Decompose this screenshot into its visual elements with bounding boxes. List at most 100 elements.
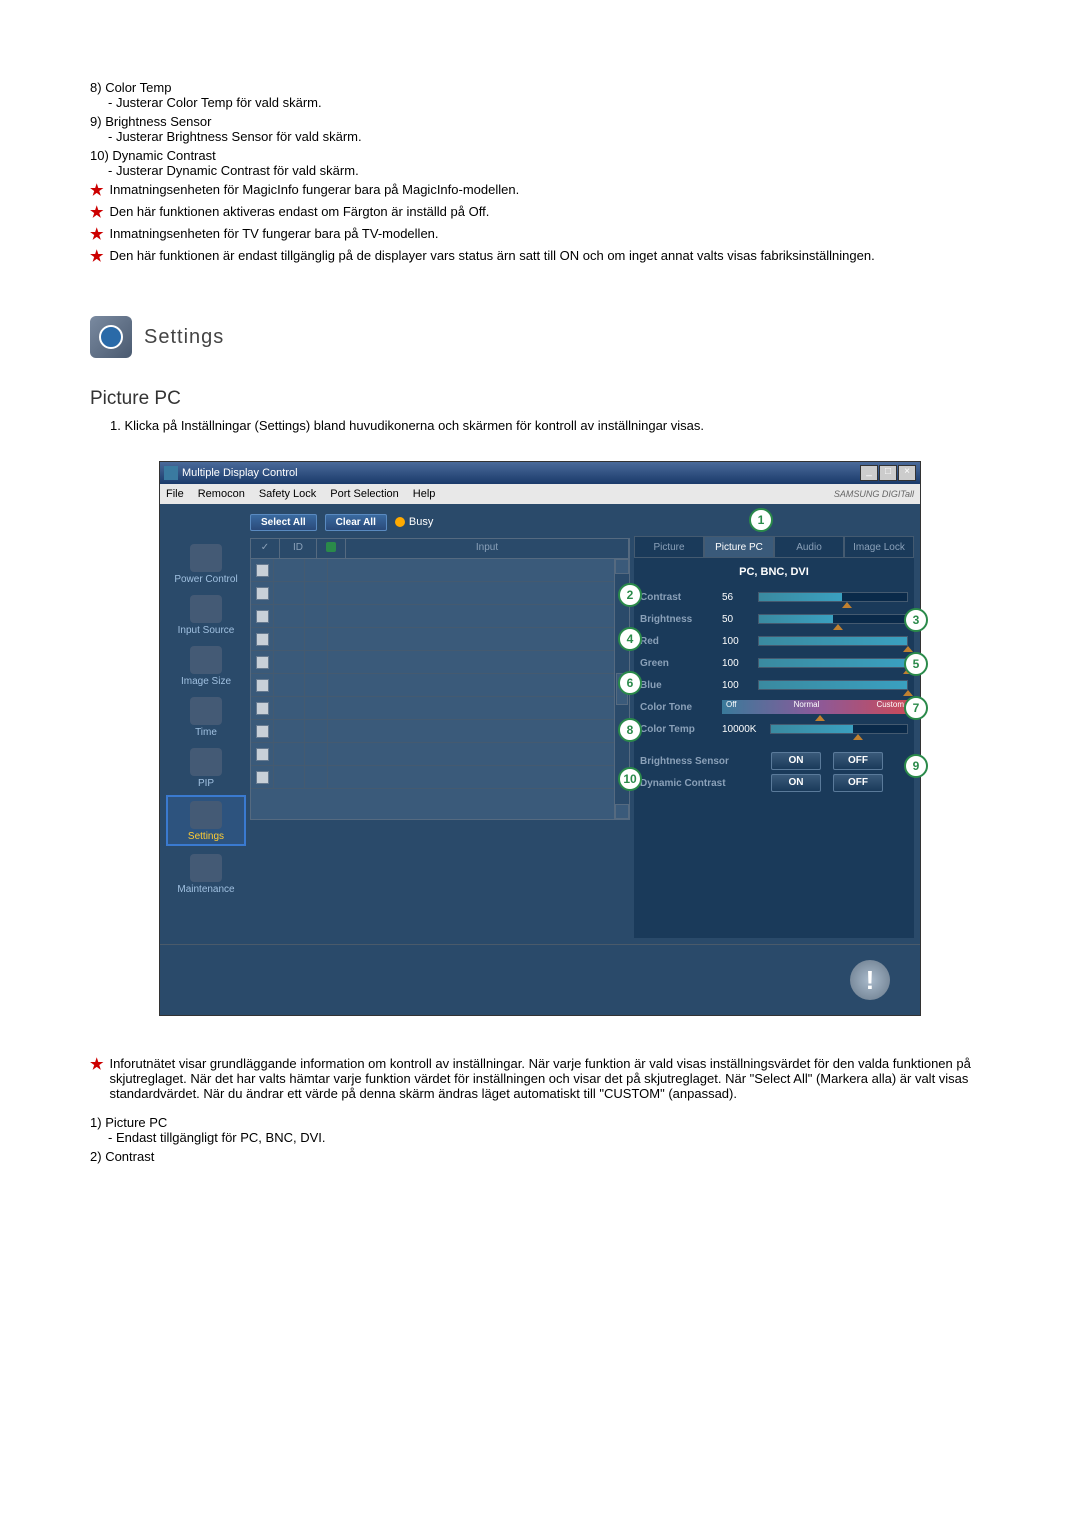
- time-icon: [190, 697, 222, 725]
- tab-picture[interactable]: Picture: [634, 536, 704, 558]
- bottom-numbered-list: 1) Picture PC - Endast tillgängligt för …: [90, 1115, 990, 1164]
- callout-3: 3: [904, 608, 928, 632]
- maximize-button[interactable]: □: [879, 465, 897, 481]
- table-row[interactable]: [251, 743, 629, 766]
- body-star-note: ★ Inforutnätet visar grundläggande infor…: [90, 1056, 990, 1101]
- table-row[interactable]: [251, 766, 629, 789]
- table-row[interactable]: [251, 674, 629, 697]
- col-check: ✓: [251, 539, 280, 558]
- minimize-button[interactable]: _: [860, 465, 878, 481]
- star-note: ★ Den här funktionen är endast tillgängl…: [90, 248, 990, 266]
- menu-remocon[interactable]: Remocon: [198, 488, 245, 500]
- sidebar-item-time[interactable]: Time: [166, 693, 246, 740]
- color-temp-slider[interactable]: [770, 724, 908, 734]
- scroll-up-icon[interactable]: [615, 559, 629, 574]
- row-checkbox[interactable]: [256, 725, 269, 738]
- dynamic-contrast-off[interactable]: OFF: [833, 774, 883, 792]
- window-controls: _ □ ×: [860, 465, 916, 481]
- callout-4: 4: [618, 627, 642, 651]
- brightness-slider[interactable]: [758, 614, 908, 624]
- section-header: Settings: [90, 316, 990, 358]
- input-source-icon: [190, 595, 222, 623]
- star-note: ★ Inmatningsenheten för MagicInfo funger…: [90, 182, 990, 200]
- col-input: Input: [346, 539, 629, 558]
- table-row[interactable]: [251, 720, 629, 743]
- col-id: ID: [280, 539, 317, 558]
- sidebar-item-input-source[interactable]: Input Source: [166, 591, 246, 638]
- sidebar-item-image-size[interactable]: Image Size: [166, 642, 246, 689]
- callout-5: 5: [904, 652, 928, 676]
- callout-9: 9: [904, 754, 928, 778]
- top-numbered-list: 8) Color Temp - Justerar Color Temp för …: [90, 80, 990, 178]
- select-all-button[interactable]: Select All: [250, 514, 317, 531]
- table-row[interactable]: [251, 628, 629, 651]
- grid-header: ✓ ID Input: [251, 539, 629, 559]
- sidebar-item-pip[interactable]: PIP: [166, 744, 246, 791]
- row-checkbox[interactable]: [256, 679, 269, 692]
- callout-10: 10: [618, 767, 642, 791]
- tab-audio[interactable]: Audio: [774, 536, 844, 558]
- callout-6: 6: [618, 671, 642, 695]
- grid-rows: [251, 559, 629, 819]
- menu-help[interactable]: Help: [413, 488, 436, 500]
- scroll-down-icon[interactable]: [615, 804, 629, 819]
- row-checkbox[interactable]: [256, 564, 269, 577]
- image-size-icon: [190, 646, 222, 674]
- red-row: Red 100: [640, 630, 908, 652]
- item-2: 2) Contrast: [90, 1149, 990, 1164]
- brightness-sensor-on[interactable]: ON: [771, 752, 821, 770]
- star-icon: ★: [90, 248, 103, 266]
- green-slider[interactable]: [758, 658, 908, 668]
- clear-all-button[interactable]: Clear All: [325, 514, 387, 531]
- menu-port-selection[interactable]: Port Selection: [330, 488, 398, 500]
- status-dot-icon: [326, 542, 336, 552]
- star-icon: ★: [90, 204, 103, 222]
- blue-slider[interactable]: [758, 680, 908, 690]
- app-icon: [164, 466, 178, 480]
- sidebar-item-maintenance[interactable]: Maintenance: [166, 850, 246, 897]
- star-icon: ★: [90, 226, 103, 244]
- callout-1: 1: [749, 508, 773, 532]
- row-checkbox[interactable]: [256, 771, 269, 784]
- busy-dot-icon: [395, 517, 405, 527]
- tab-image-lock[interactable]: Image Lock: [844, 536, 914, 558]
- row-checkbox[interactable]: [256, 702, 269, 715]
- star-note: ★ Den här funktionen aktiveras endast om…: [90, 204, 990, 222]
- menu-safety-lock[interactable]: Safety Lock: [259, 488, 316, 500]
- settings-icon: [190, 801, 222, 829]
- maintenance-icon: [190, 854, 222, 882]
- section-title: Settings: [144, 326, 224, 349]
- color-temp-row: Color Temp 10000K: [640, 718, 908, 740]
- table-row[interactable]: [251, 582, 629, 605]
- col-status: [317, 539, 346, 558]
- callout-8: 8: [618, 718, 642, 742]
- menu-file[interactable]: File: [166, 488, 184, 500]
- contrast-slider[interactable]: [758, 592, 908, 602]
- window-title: Multiple Display Control: [182, 467, 298, 479]
- close-button[interactable]: ×: [898, 465, 916, 481]
- table-row[interactable]: [251, 651, 629, 674]
- row-checkbox[interactable]: [256, 748, 269, 761]
- dynamic-contrast-on[interactable]: ON: [771, 774, 821, 792]
- page-heading: Picture PC: [90, 388, 990, 410]
- blue-row: Blue 100: [640, 674, 908, 696]
- dynamic-contrast-row: Dynamic Contrast ON OFF: [640, 772, 908, 794]
- row-checkbox[interactable]: [256, 587, 269, 600]
- row-checkbox[interactable]: [256, 633, 269, 646]
- sidebar-item-settings[interactable]: Settings: [166, 795, 246, 846]
- color-tone-slider[interactable]: Off Normal Custom: [722, 700, 908, 714]
- tab-picture-pc[interactable]: Picture PC: [704, 536, 774, 558]
- app-body: Power Control Input Source Image Size Ti…: [160, 504, 920, 944]
- brightness-sensor-off[interactable]: OFF: [833, 752, 883, 770]
- item-10: 10) Dynamic Contrast - Justerar Dynamic …: [90, 148, 990, 178]
- red-slider[interactable]: [758, 636, 908, 646]
- table-row[interactable]: [251, 559, 629, 582]
- sidebar-item-power-control[interactable]: Power Control: [166, 540, 246, 587]
- row-checkbox[interactable]: [256, 610, 269, 623]
- panel-subtitle: PC, BNC, DVI: [640, 566, 908, 578]
- row-checkbox[interactable]: [256, 656, 269, 669]
- power-control-icon: [190, 544, 222, 572]
- table-row[interactable]: [251, 697, 629, 720]
- table-row[interactable]: [251, 605, 629, 628]
- panel-content: PC, BNC, DVI Contrast 56 Brightness 50 R…: [634, 558, 914, 938]
